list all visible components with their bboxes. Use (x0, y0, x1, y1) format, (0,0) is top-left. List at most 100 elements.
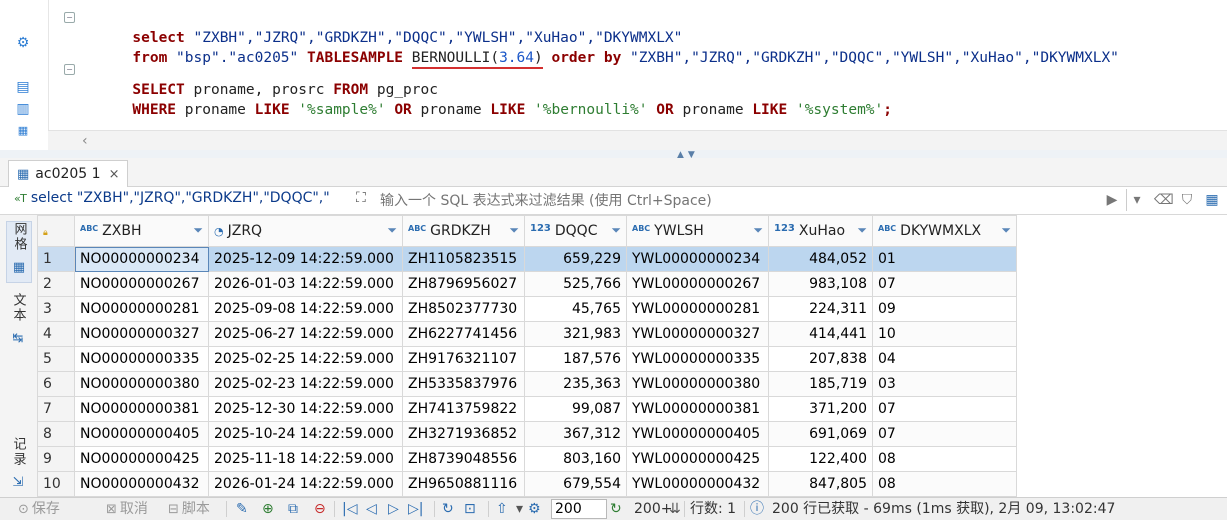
cell-xuhao[interactable]: 983,108 (768, 271, 873, 297)
cell-xuhao[interactable]: 414,441 (768, 321, 873, 347)
result-grid[interactable]: 🔒︎ ABC ZXBH ⏷ ◔ JZRQ ⏷ ABC GRDKZH ⏷ 123 DQQC ⏷ A… (37, 215, 1017, 497)
cell-zxbh[interactable]: NO00000000405 (74, 421, 209, 447)
apply-filter-icon[interactable]: ▶ (1104, 189, 1120, 211)
eraser-icon[interactable]: ⌫ (1154, 189, 1174, 211)
gear-icon[interactable]: ⚙ (14, 34, 32, 52)
col-header-zxbh[interactable]: ABC ZXBH ⏷ (74, 215, 209, 247)
column-filter-icon[interactable]: ⏷ (857, 223, 867, 238)
fit-icon[interactable]: ⊡ (464, 499, 476, 519)
first-page-icon[interactable]: |◁ (342, 499, 357, 519)
cell-dkywmxlx[interactable]: 07 (872, 421, 1017, 447)
fold-icon[interactable]: − (64, 64, 75, 75)
cell-ywlsh[interactable]: YWL00000000425 (626, 446, 769, 472)
row-number[interactable]: 10 (37, 471, 75, 497)
cell-jzrq[interactable]: 2026-01-24 14:22:59.000 (208, 471, 403, 497)
cell-dqqc[interactable]: 659,229 (524, 246, 627, 272)
cell-grdkzh[interactable]: ZH5335837976 (402, 371, 525, 397)
filter-settings-icon[interactable]: ⛉ (1178, 189, 1196, 211)
column-filter-icon[interactable]: ⏷ (387, 223, 397, 238)
cell-grdkzh[interactable]: ZH3271936852 (402, 421, 525, 447)
cell-zxbh[interactable]: NO00000000281 (74, 296, 209, 322)
cell-jzrq[interactable]: 2025-10-24 14:22:59.000 (208, 421, 403, 447)
cell-jzrq[interactable]: 2025-02-23 14:22:59.000 (208, 371, 403, 397)
table-row[interactable]: 6 NO00000000380 2025-02-23 14:22:59.000 ZH5… (37, 371, 1017, 397)
cell-grdkzh[interactable]: ZH8796956027 (402, 271, 525, 297)
prev-page-icon[interactable]: ◁ (366, 499, 377, 519)
filter-history-icon[interactable]: ▾ (1126, 189, 1147, 211)
fetch-all-icon[interactable]: ⇊ (669, 499, 681, 519)
cell-zxbh[interactable]: NO00000000380 (74, 371, 209, 397)
cell-dkywmxlx[interactable]: 07 (872, 396, 1017, 422)
cell-zxbh[interactable]: NO00000000425 (74, 446, 209, 472)
table-row[interactable]: 2 NO00000000267 2026-01-03 14:22:59.000 ZH8… (37, 271, 1017, 297)
cell-ywlsh[interactable]: YWL00000000267 (626, 271, 769, 297)
filter-input[interactable] (378, 189, 1102, 213)
cell-xuhao[interactable]: 185,719 (768, 371, 873, 397)
run-script-icon[interactable]: ▤ (14, 78, 32, 96)
cell-grdkzh[interactable]: ZH1105823515 (402, 246, 525, 272)
sql-line-4[interactable]: WHERE proname LIKE '%sample%' OR proname… (58, 80, 1227, 118)
edit-row-icon[interactable]: ✎ (236, 499, 248, 519)
cell-ywlsh[interactable]: YWL00000000327 (626, 321, 769, 347)
column-filter-icon[interactable]: ⏷ (509, 223, 519, 238)
cell-dkywmxlx[interactable]: 04 (872, 346, 1017, 372)
cell-dkywmxlx[interactable]: 08 (872, 446, 1017, 472)
fetch-more-button[interactable]: 200+ (634, 499, 672, 519)
cell-ywlsh[interactable]: YWL00000000380 (626, 371, 769, 397)
row-number[interactable]: 9 (37, 446, 75, 472)
cell-grdkzh[interactable]: ZH8739048556 (402, 446, 525, 472)
row-number[interactable]: 6 (37, 371, 75, 397)
cell-dkywmxlx[interactable]: 07 (872, 271, 1017, 297)
table-row[interactable]: 10 NO00000000432 2026-01-24 14:22:59.000 ZH… (37, 471, 1017, 497)
cell-dqqc[interactable]: 187,576 (524, 346, 627, 372)
copy-row-icon[interactable]: ⧉ (288, 499, 298, 519)
cell-jzrq[interactable]: 2025-02-25 14:22:59.000 (208, 346, 403, 372)
table-row[interactable]: 1 NO00000000234 2025-12-09 14:22:59.000 ZH1… (37, 246, 1017, 272)
table-row[interactable]: 8 NO00000000405 2025-10-24 14:22:59.000 ZH3… (37, 421, 1017, 447)
cell-dkywmxlx[interactable]: 03 (872, 371, 1017, 397)
cell-ywlsh[interactable]: YWL00000000432 (626, 471, 769, 497)
cell-jzrq[interactable]: 2025-12-09 14:22:59.000 (208, 246, 403, 272)
add-row-icon[interactable]: ⊕ (262, 499, 274, 519)
cell-xuhao[interactable]: 691,069 (768, 421, 873, 447)
cell-grdkzh[interactable]: ZH6227741456 (402, 321, 525, 347)
cell-grdkzh[interactable]: ZH9650881116 (402, 471, 525, 497)
cancel-button[interactable]: ⊠ 取消 (106, 499, 148, 519)
cell-dkywmxlx[interactable]: 08 (872, 471, 1017, 497)
table-row[interactable]: 3 NO00000000281 2025-09-08 14:22:59.000 ZH8… (37, 296, 1017, 322)
col-header-xuhao[interactable]: 123 XuHao ⏷ (768, 215, 873, 247)
fetch-next-icon[interactable]: ↻ (610, 499, 622, 519)
sql-line-2[interactable]: from "bsp"."ac0205" TABLESAMPLE BERNOULL… (58, 28, 1227, 69)
cell-zxbh[interactable]: NO00000000234 (74, 246, 209, 272)
row-number[interactable]: 3 (37, 296, 75, 322)
cell-jzrq[interactable]: 2025-12-30 14:22:59.000 (208, 396, 403, 422)
column-filter-icon[interactable]: ⏷ (1001, 223, 1011, 238)
tab-text-view[interactable]: 文本 ↹ (6, 293, 30, 349)
cell-xuhao[interactable]: 122,400 (768, 446, 873, 472)
cell-jzrq[interactable]: 2025-11-18 14:22:59.000 (208, 446, 403, 472)
export-dropdown-icon[interactable]: ▾ (516, 499, 523, 519)
sql-preview[interactable]: «T select "ZXBH","JZRQ","GRDKZH","DQQC"," (14, 190, 354, 210)
cell-ywlsh[interactable]: YWL00000000234 (626, 246, 769, 272)
grid-settings-icon[interactable]: ▦ (1202, 189, 1222, 211)
col-header-dqqc[interactable]: 123 DQQC ⏷ (524, 215, 627, 247)
column-filter-icon[interactable]: ⏷ (753, 223, 763, 238)
row-number[interactable]: 8 (37, 421, 75, 447)
cell-ywlsh[interactable]: YWL00000000405 (626, 421, 769, 447)
cell-xuhao[interactable]: 847,805 (768, 471, 873, 497)
col-header-jzrq[interactable]: ◔ JZRQ ⏷ (208, 215, 403, 247)
format-icon[interactable]: ▦ (14, 122, 32, 140)
corner-header[interactable]: 🔒︎ (37, 215, 75, 247)
row-number[interactable]: 2 (37, 271, 75, 297)
cell-dqqc[interactable]: 235,363 (524, 371, 627, 397)
explain-icon[interactable]: ▥ (14, 100, 32, 118)
cell-dqqc[interactable]: 525,766 (524, 271, 627, 297)
cell-dqqc[interactable]: 45,765 (524, 296, 627, 322)
column-filter-icon[interactable]: ⏷ (193, 223, 203, 238)
cell-dkywmxlx[interactable]: 09 (872, 296, 1017, 322)
expand-icon[interactable]: ⛶ (356, 190, 366, 206)
settings-icon[interactable]: ⚙ (528, 499, 541, 519)
tab-ac0205[interactable]: ▦ ac0205 1 × (8, 160, 129, 187)
sql-line-1[interactable]: − select "ZXBH","JZRQ","GRDKZH","DQQC","Y… (58, 8, 1227, 46)
sql-line-3[interactable]: − SELECT proname, prosrc FROM pg_proc (58, 60, 1227, 98)
